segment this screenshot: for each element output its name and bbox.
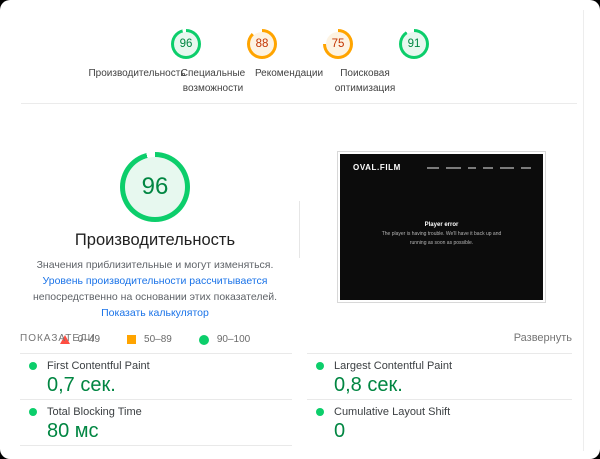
metric-name: Cumulative Layout Shift — [334, 406, 450, 418]
metric-value: 0,8 сек. — [334, 374, 572, 396]
section-divider — [21, 103, 577, 104]
gauge-score: 96 — [120, 152, 190, 222]
metric-header: Total Blocking Time — [29, 406, 292, 418]
report-card: 96 Производительность 88 Специальные воз… — [0, 0, 600, 459]
metric-header: Largest Contentful Paint — [316, 360, 572, 372]
best-practices-score-gauge[interactable]: 75 — [323, 29, 353, 59]
metric-cumulative-layout-shift: Cumulative Layout Shift 0 — [307, 399, 572, 446]
description-text: Значения приблизительные и могут изменят… — [37, 259, 274, 271]
gauge-score: 75 — [323, 29, 353, 59]
category-accessibility[interactable]: 88 Специальные возможности — [236, 29, 288, 96]
metric-header: First Contentful Paint — [29, 360, 292, 372]
nav-item-bar — [500, 167, 514, 169]
pass-dot-icon — [29, 408, 37, 416]
metric-value: 0 — [334, 420, 572, 442]
metric-header: Cumulative Layout Shift — [316, 406, 572, 418]
category-seo[interactable]: 91 Поисковая оптимизация — [388, 29, 440, 96]
accessibility-score-gauge[interactable]: 88 — [247, 29, 277, 59]
player-error-text: The player is having trouble. We'll have… — [381, 230, 503, 247]
metric-largest-contentful-paint: Largest Contentful Paint 0,8 сек. — [307, 353, 572, 399]
metric-value: 0,7 сек. — [47, 374, 292, 396]
metrics-header: ПОКАЗАТЕЛИ Развернуть — [20, 332, 572, 345]
site-nav — [427, 167, 531, 169]
screenshot-site-header: OVAL.FILM — [340, 154, 543, 172]
player-error-message: Player error The player is having troubl… — [340, 222, 543, 247]
metric-total-blocking-time: Total Blocking Time 80 мс — [20, 399, 292, 446]
category-summary: 96 Производительность 88 Специальные воз… — [0, 29, 600, 96]
pass-dot-icon — [316, 408, 324, 416]
screenshot-content: OVAL.FILM Player error The player is hav… — [340, 154, 543, 300]
nav-item-bar — [427, 167, 439, 169]
metrics-section-label: ПОКАЗАТЕЛИ — [20, 333, 96, 344]
gauge-score: 91 — [399, 29, 429, 59]
nav-item-bar — [446, 167, 461, 169]
seo-score-gauge[interactable]: 91 — [399, 29, 429, 59]
metrics-grid: First Contentful Paint 0,7 сек. Largest … — [20, 353, 572, 446]
metric-name: Largest Contentful Paint — [334, 360, 452, 372]
nav-item-bar — [483, 167, 493, 169]
description-text: непосредственно на основании этих показа… — [33, 291, 277, 303]
column-divider — [299, 201, 300, 258]
metrics-section: ПОКАЗАТЕЛИ Развернуть First Contentful P… — [20, 332, 572, 446]
performance-section: 96 Производительность Значения приблизит… — [20, 152, 290, 345]
performance-main-gauge[interactable]: 96 — [120, 152, 190, 222]
metric-value: 80 мс — [47, 420, 292, 442]
expand-metrics-link[interactable]: Развернуть — [514, 332, 572, 344]
metric-first-contentful-paint: First Contentful Paint 0,7 сек. — [20, 353, 292, 399]
site-logo: OVAL.FILM — [353, 163, 401, 172]
gauge-score: 96 — [171, 29, 201, 59]
nav-item-bar — [468, 167, 476, 169]
show-calculator-link[interactable]: Показать калькулятор — [101, 307, 209, 319]
player-error-title: Player error — [340, 222, 543, 228]
nav-item-bar — [521, 167, 531, 169]
gauge-score: 88 — [247, 29, 277, 59]
pass-dot-icon — [29, 362, 37, 370]
metric-name: First Contentful Paint — [47, 360, 150, 372]
metric-name: Total Blocking Time — [47, 406, 142, 418]
scoring-calculation-link[interactable]: Уровень производительности рассчитываетс… — [43, 275, 268, 287]
page-screenshot-thumbnail[interactable]: OVAL.FILM Player error The player is hav… — [337, 151, 546, 303]
performance-description: Значения приблизительные и могут изменят… — [20, 257, 290, 321]
performance-score-gauge[interactable]: 96 — [171, 29, 201, 59]
performance-title: Производительность — [20, 231, 290, 250]
category-label[interactable]: Поисковая оптимизация — [290, 66, 440, 96]
pass-dot-icon — [316, 362, 324, 370]
